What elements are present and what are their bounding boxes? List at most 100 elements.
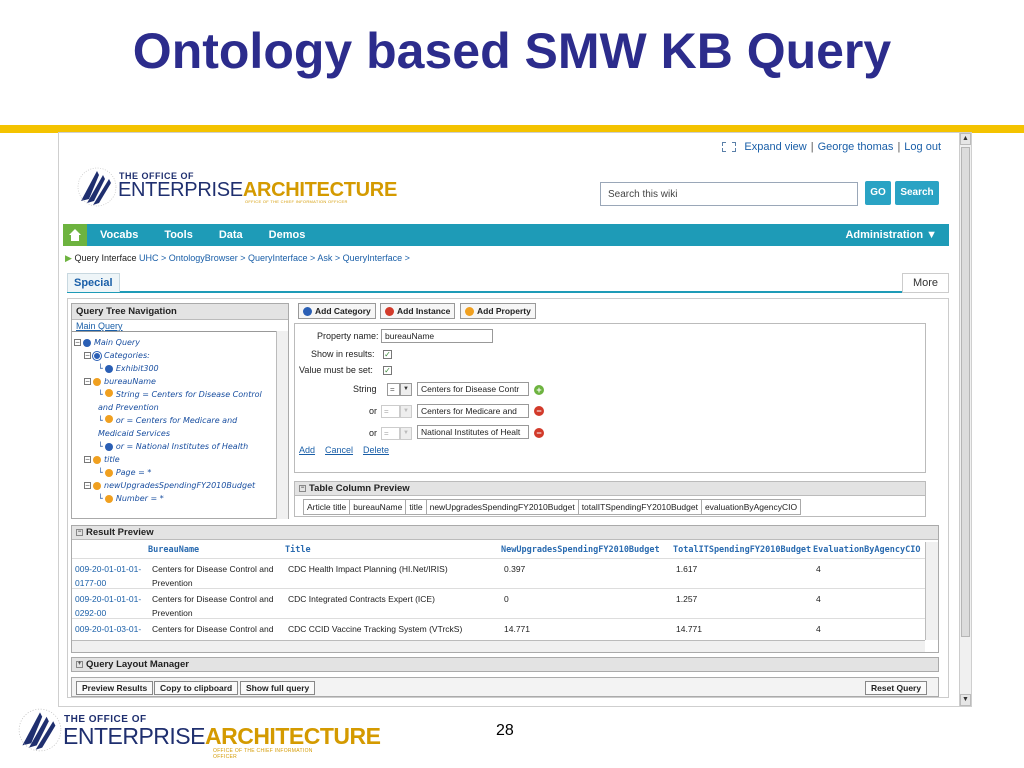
category-icon [303,306,312,316]
scroll-thumb[interactable] [961,147,970,637]
collapse-icon[interactable]: − [299,485,306,492]
tree-node[interactable]: − Main Query [74,336,274,349]
string-label: String [353,384,377,394]
row-id-link[interactable]: 009-20-01-03-01-0278-00 [75,622,147,640]
search-button[interactable]: Search [895,181,939,205]
tree-node[interactable]: − title [74,453,274,466]
remove-value-icon[interactable]: − [534,428,544,438]
copy-to-clipboard-button[interactable]: Copy to clipboard [154,681,239,695]
tab-special[interactable]: Special [67,273,120,292]
result-vertical-scrollbar[interactable] [925,542,938,640]
result-preview-title: Result Preview [86,527,154,538]
reset-query-button[interactable]: Reset Query [865,681,928,695]
cell: 14.771 [504,624,530,634]
user-link[interactable]: George thomas [818,141,894,153]
row-id-link[interactable]: 009-20-01-01-01-0292-00 [75,592,147,620]
operator-select[interactable]: = [387,383,400,396]
tree-node[interactable]: − Categories: [74,349,274,362]
tree-node[interactable]: └ or = Centers for Medicare and Medicaid … [74,414,274,440]
scroll-up-arrow-icon[interactable]: ▲ [960,133,971,145]
cell: 4 [816,594,821,604]
tree-node[interactable]: └ Page = * [74,466,274,479]
nav-data[interactable]: Data [206,224,256,246]
column-chip: totalITSpendingFY2010Budget [579,500,702,514]
tree-node[interactable]: └ String = Centers for Disease Control an… [74,388,274,414]
search-input[interactable]: Search this wiki [600,182,858,206]
property-name-label: Property name: [317,331,379,341]
collapse-icon[interactable]: − [76,529,83,536]
site-logo[interactable]: THE OFFICE OF ENTERPRISEARCHITECTURE OFF… [77,165,397,209]
instance-icon [385,306,394,316]
nav-vocabs[interactable]: Vocabs [87,224,151,246]
preview-results-button[interactable]: Preview Results [76,681,154,695]
table-preview-title: Table Column Preview [309,483,410,494]
tree-scrollbar[interactable] [276,331,288,519]
nav-administration[interactable]: Administration ▼ [832,224,949,246]
expand-view-link[interactable]: Expand view [744,141,806,153]
breadcrumb: ▶ Query Interface UHC > OntologyBrowser … [65,253,410,263]
must-be-set-checkbox[interactable]: ✓ [383,366,392,375]
cell: 4 [816,624,821,634]
column-header[interactable]: BureauName [148,545,199,555]
remove-value-icon[interactable]: − [534,406,544,416]
expand-icon[interactable] [722,142,737,152]
operator-select[interactable]: = [381,427,400,440]
dropdown-arrow-icon[interactable]: ▼ [400,383,412,396]
cell: Centers for Disease Control and Preventi… [152,564,274,588]
column-header[interactable]: TotalITSpendingFY2010Budget [673,545,811,555]
logout-link[interactable]: Log out [904,141,941,153]
value-field[interactable]: Centers for Disease Contr [417,382,529,396]
table-column-preview: − Table Column Preview Article title bure… [294,481,926,517]
tree-node[interactable]: └ or = National Institutes of Health [74,440,274,453]
show-full-query-button[interactable]: Show full query [240,681,316,695]
home-icon[interactable] [63,224,87,246]
or-label: or [369,428,378,438]
tab-more[interactable]: More [901,273,949,293]
cell: 1.617 [676,564,698,574]
add-category-button[interactable]: Add Category [298,303,376,319]
nav-demos[interactable]: Demos [256,224,319,246]
show-in-results-label: Show in results: [311,349,375,359]
add-property-button[interactable]: Add Property [460,303,536,319]
table-row[interactable]: 009-20-01-01-01-0177-00 Centers for Dise… [72,558,925,588]
breadcrumb-trail[interactable]: UHC > OntologyBrowser > QueryInterface >… [139,253,410,263]
add-instance-button[interactable]: Add Instance [380,303,456,319]
table-row[interactable]: 009-20-01-03-01-0278-00 Centers for Dise… [72,618,925,640]
tree-node[interactable]: − newUpgradesSpendingFY2010Budget [74,479,274,492]
row-id-link[interactable]: 009-20-01-01-01-0177-00 [75,562,147,590]
dropdown-arrow-icon[interactable]: ▼ [400,427,412,440]
nav-tools[interactable]: Tools [151,224,206,246]
delete-link[interactable]: Delete [363,445,389,455]
cancel-link[interactable]: Cancel [325,445,353,455]
cell: CDC CCID Vaccine Tracking System (VTrckS… [288,624,463,634]
tree-header: Query Tree Navigation [72,304,288,320]
result-horizontal-scrollbar[interactable] [72,640,925,652]
go-button[interactable]: GO [865,181,891,205]
expand-icon[interactable]: + [76,661,83,668]
eagle-logo-icon [18,708,62,752]
scroll-down-arrow-icon[interactable]: ▼ [960,694,971,706]
top-links: Expand view | George thomas | Log out [722,141,941,153]
tree-node[interactable]: └ Exhibit300 [74,362,274,375]
column-header[interactable]: NewUpgradesSpendingFY2010Budget [501,545,660,555]
value-field[interactable]: National Institutes of Healt [417,425,529,439]
value-field[interactable]: Centers for Medicare and [417,404,529,418]
page-scrollbar[interactable]: ▲ ▼ [959,133,971,706]
tree-node[interactable]: − bureauName [74,375,274,388]
table-row[interactable]: 009-20-01-01-01-0292-00 Centers for Dise… [72,588,925,618]
query-layout-manager[interactable]: + Query Layout Manager [71,657,939,672]
query-interface: Query Tree Navigation Main Query − Main Q… [67,298,949,698]
show-in-results-checkbox[interactable]: ✓ [383,350,392,359]
column-header[interactable]: Title [285,545,311,555]
dropdown-arrow-icon[interactable]: ▼ [400,405,412,418]
tree-node[interactable]: └ Number = * [74,492,274,505]
tree-body: − Main Query − Categories: └ Exhibit300 − bu… [72,331,276,519]
cell: 14.771 [676,624,702,634]
cell: 4 [816,564,821,574]
add-link[interactable]: Add [299,445,315,455]
property-icon [465,306,474,316]
column-header[interactable]: EvaluationByAgencyCIO [813,545,920,555]
property-name-field[interactable]: bureauName [381,329,493,343]
add-value-icon[interactable]: + [534,385,544,395]
operator-select[interactable]: = [381,405,400,418]
